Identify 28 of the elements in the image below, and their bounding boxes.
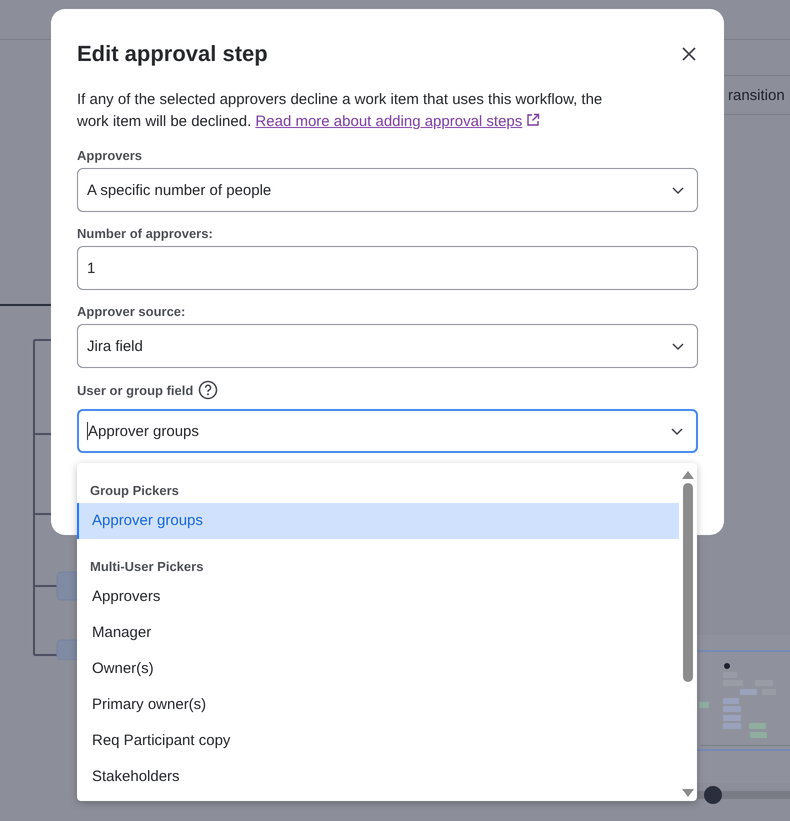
field-label: Approver source: (77, 304, 186, 318)
menu-option[interactable]: Req Participant copy (77, 723, 679, 759)
field-label: User or group field (77, 382, 194, 398)
field-label: Approvers (77, 148, 142, 162)
description: If any of the selected approvers decline a work item that uses this workflow, the work item will be declined. Read more about adding approval steps (77, 90, 604, 132)
group-heading: Group Pickers (89, 482, 180, 500)
close-icon[interactable] (682, 47, 696, 61)
menu-option[interactable]: Stakeholders (77, 759, 679, 795)
menu-option[interactable]: Primary owner(s) (77, 687, 679, 723)
help-link[interactable]: Read more about adding approval steps (255, 113, 540, 130)
menu-option[interactable]: Owner(s) (77, 651, 679, 687)
menu-option[interactable]: Approver groups (77, 503, 679, 539)
menu-option[interactable]: Manager (77, 615, 679, 651)
external-link-icon (526, 113, 540, 127)
scroll-up-icon[interactable] (682, 471, 694, 479)
menu-option[interactable]: Approvers (77, 579, 679, 615)
scrollbar-thumb[interactable] (683, 483, 693, 682)
slider-handle[interactable] (704, 786, 722, 804)
panel-tab[interactable]: ransition (728, 86, 785, 104)
group-heading: Multi-User Pickers (89, 558, 204, 576)
select-field[interactable]: Jira field (77, 324, 698, 368)
scroll-down-icon[interactable] (682, 789, 694, 797)
input-field[interactable]: 1 (77, 246, 698, 290)
dialog-title: Edit approval step (77, 41, 268, 67)
select-field[interactable]: Approver groups (77, 409, 698, 453)
select-field[interactable]: A specific number of people (77, 168, 698, 212)
field-label: Number of approvers: (77, 226, 213, 240)
help-icon[interactable] (198, 380, 218, 400)
